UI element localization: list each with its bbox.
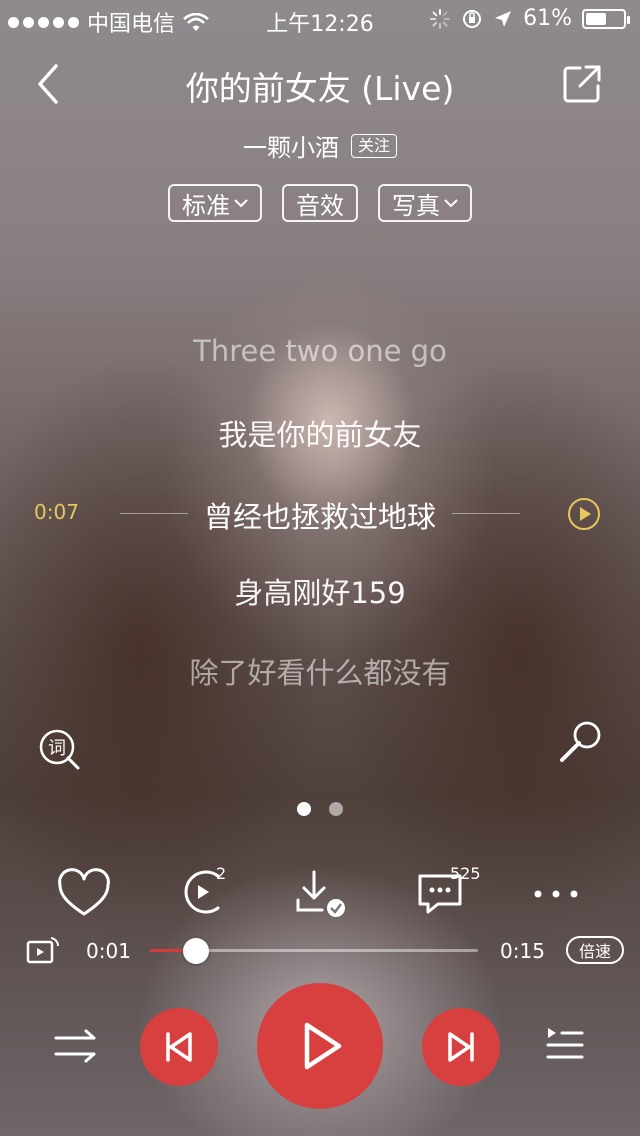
previous-icon	[166, 1032, 192, 1062]
artist-row: 一颗小酒 关注	[0, 128, 640, 163]
sound-effect-button[interactable]: 音效	[282, 184, 358, 222]
sound-effect-label: 音效	[296, 191, 344, 220]
current-time: 0:01	[86, 939, 131, 963]
progress-knob[interactable]	[182, 938, 209, 964]
previous-button[interactable]	[140, 1008, 218, 1086]
battery-icon	[582, 8, 630, 29]
share-count: 2	[216, 864, 227, 883]
next-button[interactable]	[422, 1008, 500, 1086]
chevron-down-icon	[234, 199, 248, 208]
photo-button[interactable]: 写真	[378, 184, 472, 222]
svg-text:词: 词	[48, 738, 66, 759]
options-row: 标准 音效 写真	[0, 184, 640, 222]
comment-count: 525	[450, 864, 481, 883]
progress-track[interactable]	[150, 938, 478, 964]
progress-row: 0:01 0:15 倍速	[0, 928, 640, 974]
playlist-icon[interactable]	[542, 1024, 586, 1064]
page-dot[interactable]	[329, 802, 343, 816]
quality-label: 标准	[182, 191, 230, 220]
page-indicator	[0, 802, 640, 816]
download-icon[interactable]	[290, 866, 350, 922]
total-time: 0:15	[500, 939, 545, 963]
shuffle-icon[interactable]	[54, 1026, 100, 1066]
cast-icon[interactable]	[26, 936, 60, 966]
play-icon	[304, 1022, 342, 1070]
microphone-icon[interactable]	[556, 718, 604, 766]
lyrics-search-icon[interactable]: 词	[38, 728, 80, 770]
player-screen: 中国电信 上午12:26 61% 你的前女友 (Live) 一颗小酒 关注 标准…	[0, 0, 640, 1136]
next-icon	[448, 1032, 474, 1062]
chevron-down-icon	[444, 199, 458, 208]
play-button[interactable]	[257, 983, 383, 1109]
playback-controls	[0, 980, 640, 1110]
rotation-lock-icon	[461, 8, 483, 30]
status-right: 61%	[429, 6, 630, 31]
share-icon[interactable]	[562, 64, 602, 104]
lyric-line: Three two one go	[193, 334, 447, 368]
lyric-line: 身高刚好159	[234, 576, 406, 610]
status-bar: 中国电信 上午12:26 61%	[0, 0, 640, 40]
like-icon[interactable]	[54, 866, 114, 922]
back-icon[interactable]	[30, 62, 66, 106]
lyric-line: 除了好看什么都没有	[189, 656, 451, 690]
loading-icon	[429, 8, 451, 30]
artist-name[interactable]: 一颗小酒	[243, 128, 339, 163]
lyric-current-line: 曾经也拯救过地球	[203, 500, 436, 534]
page-dot[interactable]	[297, 802, 311, 816]
speed-button[interactable]: 倍速	[566, 936, 624, 964]
photo-label: 写真	[392, 191, 440, 220]
follow-button[interactable]: 关注	[350, 133, 397, 158]
song-title: 你的前女友 (Live)	[185, 69, 455, 108]
location-icon	[493, 9, 513, 29]
lyric-line: 我是你的前女友	[218, 418, 422, 452]
battery-percent: 61%	[523, 6, 572, 31]
more-icon[interactable]	[526, 866, 586, 922]
action-row: 2 525	[0, 864, 640, 926]
lyric-play-icon[interactable]	[566, 496, 602, 532]
quality-button[interactable]: 标准	[168, 184, 262, 222]
